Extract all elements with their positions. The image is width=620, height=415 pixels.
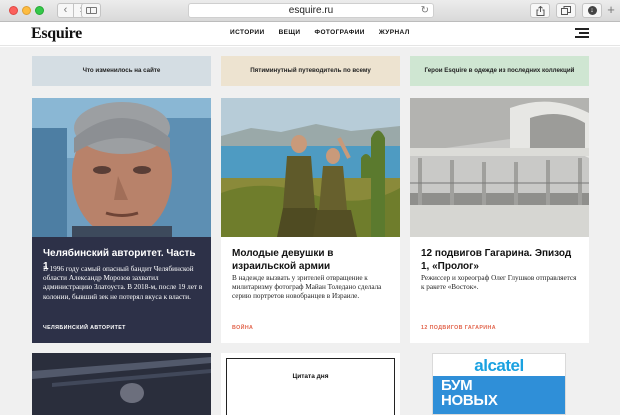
ad-brand: alcatel bbox=[474, 356, 524, 375]
article-card-israeli-army[interactable]: Молодые девушки в израильской армии В на… bbox=[221, 98, 400, 343]
reload-icon[interactable]: ↻ bbox=[421, 4, 429, 17]
quote-frame: Цитата дня bbox=[226, 358, 395, 415]
chevron-left-icon: ‹ bbox=[63, 4, 68, 16]
card-title: Молодые девушки в израильской армии bbox=[232, 248, 334, 272]
card-description: Режиссер и хореограф Олег Глушков отправ… bbox=[421, 274, 577, 292]
share-button[interactable] bbox=[530, 3, 550, 18]
hall-photo bbox=[410, 98, 589, 237]
card-tag[interactable]: 12 ПОДВИГОВ ГАГАРИНА bbox=[421, 325, 496, 331]
soldiers-photo bbox=[221, 98, 400, 237]
back-button[interactable]: ‹ bbox=[57, 3, 74, 18]
ad-headline: БУМ НОВЫХ bbox=[441, 377, 498, 409]
main-content: Что изменилось на сайте Пятиминутный пут… bbox=[0, 47, 620, 415]
nav-magazine[interactable]: ЖУРНАЛ bbox=[379, 29, 410, 36]
close-window-button[interactable] bbox=[9, 6, 18, 15]
new-tab-button[interactable]: + bbox=[604, 3, 618, 18]
zoom-window-button[interactable] bbox=[35, 6, 44, 15]
esquire-logo[interactable]: Esquire bbox=[31, 25, 82, 43]
minimize-window-button[interactable] bbox=[22, 6, 31, 15]
article-card-partial[interactable] bbox=[32, 353, 211, 415]
card-description: В надежде вызвать у зрителей отвращение … bbox=[232, 274, 382, 301]
browser-toolbar: ‹ › esquire.ru ↻ ↓ + bbox=[0, 0, 620, 22]
banner-guide[interactable]: Пятиминутный путеводитель по всему bbox=[221, 56, 400, 86]
sidebar-icon bbox=[86, 7, 97, 14]
card-tag[interactable]: ВОЙНА bbox=[232, 325, 253, 331]
card-tag[interactable]: ЧЕЛЯБИНСКИЙ АВТОРИТЕТ bbox=[43, 325, 126, 331]
site-header: Esquire ИСТОРИИ ВЕЩИ ФОТОГРАФИИ ЖУРНАЛ bbox=[0, 22, 620, 46]
card-title: 12 подвигов Гагарина. Эпизод 1, «Пролог» bbox=[421, 248, 572, 272]
menu-icon[interactable] bbox=[575, 28, 589, 38]
banner-site-changes[interactable]: Что изменилось на сайте bbox=[32, 56, 211, 86]
sidebar-toggle-button[interactable] bbox=[81, 3, 101, 18]
nav-stories[interactable]: ИСТОРИИ bbox=[230, 29, 265, 36]
article-card-chelyabinsk[interactable]: Челябинский авторитет. Часть 1 В 1996 го… bbox=[32, 98, 211, 343]
advertisement[interactable]: alcatel БУМ НОВЫХ bbox=[432, 353, 566, 415]
card-description: В 1996 году самый опасный бандит Челябин… bbox=[43, 265, 203, 301]
main-nav: ИСТОРИИ ВЕЩИ ФОТОГРАФИИ ЖУРНАЛ bbox=[230, 29, 410, 36]
tabs-overview-button[interactable] bbox=[556, 3, 576, 18]
tabs-icon bbox=[561, 6, 571, 15]
url-text: esquire.ru bbox=[288, 5, 334, 16]
stage-photo bbox=[32, 353, 211, 415]
downloads-button[interactable]: ↓ bbox=[582, 3, 602, 18]
download-icon: ↓ bbox=[587, 6, 597, 15]
article-card-gagarin[interactable]: 12 подвигов Гагарина. Эпизод 1, «Пролог»… bbox=[410, 98, 589, 343]
nav-things[interactable]: ВЕЩИ bbox=[279, 29, 301, 36]
ad-banner: БУМ НОВЫХ bbox=[433, 376, 565, 414]
share-icon bbox=[536, 5, 544, 16]
quote-label: Цитата дня bbox=[292, 373, 329, 380]
address-bar[interactable]: esquire.ru ↻ bbox=[188, 3, 434, 18]
quote-of-day-card[interactable]: Цитата дня bbox=[221, 353, 400, 415]
banner-heroes[interactable]: Герои Esquire в одежде из последних колл… bbox=[410, 56, 589, 86]
nav-photos[interactable]: ФОТОГРАФИИ bbox=[315, 29, 365, 36]
portrait-photo bbox=[32, 98, 211, 237]
